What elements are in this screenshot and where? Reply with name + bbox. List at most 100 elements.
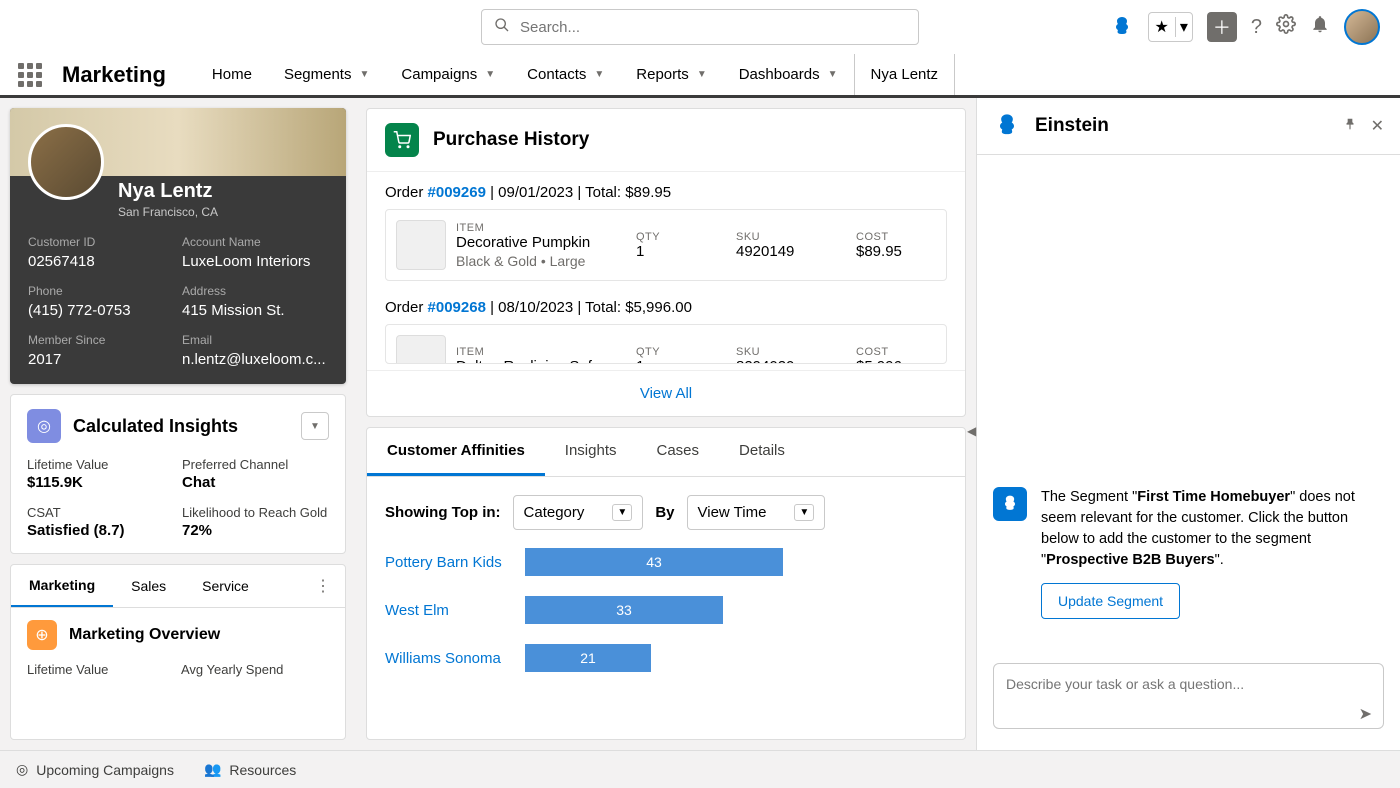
select-value: View Time — [698, 504, 767, 521]
favorite-button[interactable]: ★ ▾ — [1148, 12, 1193, 42]
insights-title: Calculated Insights — [73, 416, 289, 437]
order-item-row: ITEM Dalton Reclining Sofa QTY1 SKU82940… — [385, 324, 947, 364]
item-name: Decorative Pumpkin — [456, 234, 626, 251]
item-sku: 4920149 — [736, 243, 846, 260]
plus-icon: ＋ — [1213, 14, 1231, 40]
nav-segments[interactable]: Segments▼ — [268, 53, 385, 97]
item-qty-col: QTY1 — [636, 346, 726, 365]
user-avatar[interactable] — [1344, 9, 1380, 45]
chart-category-label[interactable]: West Elm — [385, 602, 525, 619]
field-label: Address — [182, 284, 328, 298]
chart-row: Pottery Barn Kids43 — [385, 548, 947, 576]
tab-service[interactable]: Service — [184, 566, 267, 606]
utility-bar: ◎ Upcoming Campaigns 👥 Resources — [0, 750, 1400, 788]
insights-menu-button[interactable]: ▼ — [301, 412, 329, 440]
col-label: COST — [856, 346, 936, 358]
field-value: 02567418 — [28, 253, 174, 270]
nav-label: Nya Lentz — [871, 66, 939, 83]
item-qty-col: QTY1 — [636, 231, 726, 260]
tab-insights[interactable]: Insights — [545, 428, 637, 476]
item-qty: 1 — [636, 243, 726, 260]
tab-sales[interactable]: Sales — [113, 566, 184, 606]
order-date-total: | 09/01/2023 | Total: $89.95 — [486, 184, 671, 201]
insights-card: ◎ Calculated Insights ▼ Lifetime Value$1… — [10, 394, 346, 554]
nav-label: Dashboards — [739, 66, 820, 83]
category-select[interactable]: Category ▼ — [513, 495, 644, 530]
update-segment-button[interactable]: Update Segment — [1041, 583, 1180, 619]
order-prefix: Order — [385, 299, 428, 316]
center-column: Purchase History Order #009269 | 09/01/2… — [356, 98, 976, 750]
nav-label: Campaigns — [401, 66, 477, 83]
add-button[interactable]: ＋ — [1207, 12, 1237, 42]
einstein-icon[interactable] — [1110, 15, 1134, 39]
col-label: SKU — [736, 346, 846, 358]
chart-category-label[interactable]: Pottery Barn Kids — [385, 554, 525, 571]
item-sku-col: SKU4920149 — [736, 231, 846, 260]
chevron-down-icon: ▼ — [612, 504, 632, 521]
einstein-input[interactable] — [993, 663, 1384, 729]
tab-cases[interactable]: Cases — [637, 428, 720, 476]
field-label: Email — [182, 333, 328, 347]
by-select[interactable]: View Time ▼ — [687, 495, 826, 530]
affinities-card: Customer Affinities Insights Cases Detai… — [366, 427, 966, 740]
chart-bar: 21 — [525, 644, 651, 672]
select-value: Category — [524, 504, 585, 521]
order-number-link[interactable]: #009269 — [428, 184, 486, 201]
order-number-link[interactable]: #009268 — [428, 299, 486, 316]
einstein-body: The Segment "First Time Homebuyer" does … — [977, 155, 1400, 651]
bell-icon[interactable] — [1310, 14, 1330, 40]
chevron-down-icon: ▼ — [697, 69, 707, 80]
footer-resources[interactable]: 👥 Resources — [204, 761, 296, 778]
star-icon: ★ — [1149, 17, 1175, 37]
order-summary: Order #009269 | 09/01/2023 | Total: $89.… — [385, 184, 947, 201]
item-cost-col: COST$89.95 — [856, 231, 936, 260]
field-account-name: Account NameLuxeLoom Interiors — [182, 235, 328, 270]
gear-icon[interactable] — [1276, 14, 1296, 40]
nav-reports[interactable]: Reports▼ — [620, 53, 722, 97]
people-icon: 👥 — [204, 761, 221, 778]
field-address: Address415 Mission St. — [182, 284, 328, 319]
field-member-since: Member Since2017 — [28, 333, 174, 368]
search-input[interactable] — [520, 19, 906, 36]
tab-details[interactable]: Details — [719, 428, 805, 476]
nav-campaigns[interactable]: Campaigns▼ — [385, 53, 511, 97]
einstein-input-wrap: ➤ — [977, 651, 1400, 750]
app-launcher-icon[interactable] — [18, 63, 42, 87]
global-search[interactable] — [481, 9, 919, 45]
tab-customer-affinities[interactable]: Customer Affinities — [367, 428, 545, 476]
item-cost-col: COST$5,996. — [856, 346, 936, 365]
chart-category-label[interactable]: Williams Sonoma — [385, 650, 525, 667]
nav-dashboards[interactable]: Dashboards ▼ — [723, 53, 854, 97]
affinities-controls: Showing Top in: Category ▼ By View Time … — [367, 477, 965, 548]
item-name-col: ITEM Decorative Pumpkin Black & Gold • L… — [456, 222, 626, 269]
einstein-avatar-icon — [993, 487, 1027, 521]
view-all-link[interactable]: View All — [367, 370, 965, 416]
chevron-down-icon: ▼ — [828, 69, 838, 80]
collapse-caret-icon[interactable]: ◀ — [967, 424, 976, 438]
nav-record-tab[interactable]: Nya Lentz — [854, 51, 956, 95]
footer-upcoming-campaigns[interactable]: ◎ Upcoming Campaigns — [16, 761, 174, 778]
chevron-down-icon: ▼ — [310, 421, 320, 432]
overview-col2: Avg Yearly Spend — [181, 662, 329, 677]
field-value: 72% — [182, 522, 329, 539]
tab-marketing[interactable]: Marketing — [11, 565, 113, 607]
insight-lifetime-value: Lifetime Value$115.9K — [27, 457, 174, 491]
order-block-0: Order #009269 | 09/01/2023 | Total: $89.… — [367, 172, 965, 287]
col-label: COST — [856, 231, 936, 243]
order-date-total: | 08/10/2023 | Total: $5,996.00 — [486, 299, 692, 316]
col-label: ITEM — [456, 346, 626, 358]
pin-icon[interactable] — [1343, 117, 1357, 136]
help-icon[interactable]: ? — [1251, 16, 1262, 39]
send-icon[interactable]: ➤ — [1359, 704, 1372, 724]
insight-csat: CSATSatisfied (8.7) — [27, 505, 174, 539]
einstein-panel: ◀ Einstein ✕ The Segment "First Time Hom… — [976, 98, 1400, 750]
close-icon[interactable]: ✕ — [1371, 116, 1384, 136]
nav-home[interactable]: Home — [196, 53, 268, 97]
insight-preferred-channel: Preferred ChannelChat — [182, 457, 329, 491]
item-cost: $89.95 — [856, 243, 936, 260]
field-label: Preferred Channel — [182, 457, 329, 472]
tab-more-icon[interactable]: ⋮ — [301, 576, 345, 596]
nav-contacts[interactable]: Contacts▼ — [511, 53, 620, 97]
nav-label: Contacts — [527, 66, 586, 83]
col-label: ITEM — [456, 222, 626, 234]
